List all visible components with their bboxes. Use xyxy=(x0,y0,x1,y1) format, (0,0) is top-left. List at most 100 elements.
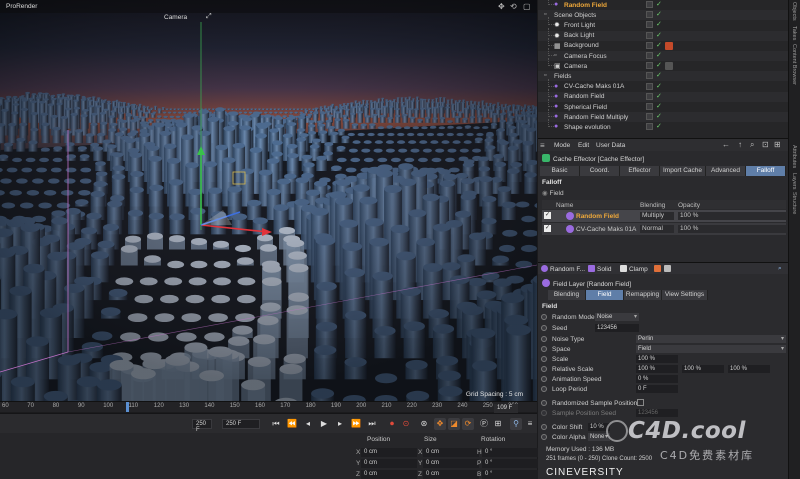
autokey-icon[interactable]: ⊙ xyxy=(400,418,412,430)
enable-checkbox[interactable]: ✓ xyxy=(544,225,551,232)
prev-key-icon[interactable]: ⏪ xyxy=(286,418,298,430)
space-select[interactable]: Field xyxy=(636,345,786,353)
strip-tab-layers[interactable]: Layers xyxy=(791,173,797,190)
visibility-toggle[interactable] xyxy=(646,113,653,121)
visibility-toggle[interactable] xyxy=(646,82,653,90)
object-manager[interactable]: ● Random Field ✓ ▫ Scene Objects ✓ ✹ Front Ligh… xyxy=(538,0,788,138)
up-arrow-icon[interactable]: ↑ xyxy=(738,140,742,149)
solid-button[interactable]: Solid xyxy=(588,265,611,273)
enabled-check-icon[interactable]: ✓ xyxy=(656,51,662,59)
object-row[interactable]: ● CV-Cache Maks 01A ✓ xyxy=(538,78,788,92)
tab-view-settings[interactable]: View Settings xyxy=(662,290,708,300)
rotation-h-field[interactable]: 0 ° xyxy=(482,448,538,457)
loop-period-field[interactable]: 0 F xyxy=(636,385,678,393)
tab-field[interactable]: Field xyxy=(586,290,624,300)
object-row[interactable]: ● Random Field Multiply ✓ xyxy=(538,109,788,123)
key-param-icon[interactable]: Ⓟ xyxy=(478,418,490,430)
modifier-icon[interactable] xyxy=(654,265,663,273)
folder-icon[interactable] xyxy=(664,265,673,273)
anim-dot-icon[interactable] xyxy=(541,424,547,430)
visibility-toggle[interactable] xyxy=(646,62,653,70)
enabled-check-icon[interactable]: ✓ xyxy=(656,71,662,79)
visibility-toggle[interactable] xyxy=(646,31,653,39)
field-row[interactable]: ✓ CV-Cache Maks 01A Normal 100 % xyxy=(542,223,786,235)
randomized-sample-checkbox[interactable] xyxy=(637,399,644,406)
key-position-icon[interactable]: ✥ xyxy=(434,418,446,430)
visibility-toggle[interactable] xyxy=(646,92,653,100)
timeline-ruler[interactable]: 60 70 80 90 100 110 120 130 140 150 160 170 180 190 20… xyxy=(0,401,537,412)
tab-advanced[interactable]: Advanced xyxy=(706,166,746,176)
clamp-button[interactable]: Clamp xyxy=(620,265,648,273)
enabled-check-icon[interactable]: ✓ xyxy=(656,122,662,130)
enabled-check-icon[interactable]: ✓ xyxy=(656,82,662,90)
keyframe-selection-icon[interactable]: ⊛ xyxy=(418,418,430,430)
object-row[interactable]: ● Shape evolution ✓ xyxy=(538,119,788,132)
object-row[interactable]: ▦ Background ✓ xyxy=(538,37,788,51)
strip-tab-objects[interactable]: Objects xyxy=(791,2,797,21)
opacity-field[interactable]: 100 % xyxy=(678,212,786,220)
object-tag-icon[interactable] xyxy=(665,41,673,50)
blending-dropdown[interactable]: Normal xyxy=(640,225,674,233)
relative-scale-y[interactable]: 100 % xyxy=(682,365,724,373)
opacity-field[interactable]: 100 % xyxy=(678,225,786,233)
anim-dot-icon[interactable] xyxy=(541,346,547,352)
object-row[interactable]: ▫ Scene Objects ✓ xyxy=(538,10,788,21)
object-row[interactable]: ● Spherical Field ✓ xyxy=(538,99,788,112)
anim-dot-icon[interactable] xyxy=(541,386,547,392)
object-tag-icon[interactable] xyxy=(665,62,673,71)
anim-dot-icon[interactable] xyxy=(541,366,547,372)
blending-dropdown[interactable]: Multiply xyxy=(640,212,674,220)
key-scale-icon[interactable]: ◪ xyxy=(448,418,460,430)
maximize-view-icon[interactable]: ▢ xyxy=(523,2,531,11)
object-row[interactable]: ✹ Back Light ✓ xyxy=(538,27,788,41)
playhead[interactable] xyxy=(126,402,129,412)
enabled-check-icon[interactable]: ✓ xyxy=(656,41,662,49)
key-rotation-icon[interactable]: ⟳ xyxy=(462,418,474,430)
next-key-icon[interactable]: ⏩ xyxy=(350,418,362,430)
position-x-field[interactable]: 0 cm xyxy=(361,448,417,457)
strip-tab-structure[interactable]: Structure xyxy=(791,192,797,214)
end-frame-field[interactable]: 250 F xyxy=(222,419,260,429)
panel-search-icon[interactable]: ⌕ xyxy=(778,265,782,273)
rotation-b-field[interactable]: 0 ° xyxy=(482,470,538,479)
tab-basic[interactable]: Basic xyxy=(540,166,580,176)
go-end-icon[interactable]: ⏭ xyxy=(366,418,378,430)
prev-frame-icon[interactable]: ◂ xyxy=(302,418,314,430)
visibility-toggle[interactable] xyxy=(646,123,653,131)
menu-user-data[interactable]: User Data xyxy=(596,142,625,149)
noise-type-select[interactable]: Perlin xyxy=(636,335,786,343)
visibility-toggle[interactable] xyxy=(646,21,653,29)
timeline-menu-icon[interactable]: ≡ xyxy=(524,418,536,430)
enabled-check-icon[interactable]: ✓ xyxy=(656,112,662,120)
relative-scale-z[interactable]: 100 % xyxy=(728,365,770,373)
enabled-check-icon[interactable]: ✓ xyxy=(656,0,662,8)
strip-tab-content-browser[interactable]: Content Browser xyxy=(791,44,797,85)
play-icon[interactable]: ▶ xyxy=(318,418,330,430)
visibility-toggle[interactable] xyxy=(646,72,653,80)
relative-scale-x[interactable]: 100 % xyxy=(636,365,678,373)
random-mode-select[interactable]: Noise xyxy=(595,313,639,321)
anim-dot-icon[interactable] xyxy=(541,434,547,440)
anim-dot-icon[interactable] xyxy=(541,314,547,320)
anim-dot-icon[interactable] xyxy=(541,336,547,342)
lock-icon[interactable]: ⊡ xyxy=(762,140,769,149)
back-arrow-icon[interactable]: ← xyxy=(722,140,730,149)
size-y-field[interactable]: 0 cm xyxy=(423,459,479,468)
camera-link-icon[interactable]: ⤢ xyxy=(206,13,212,21)
tab-effector[interactable]: Effector xyxy=(620,166,660,176)
hamburger-icon[interactable]: ≡ xyxy=(540,141,545,150)
strip-tab-attributes[interactable]: Attributes xyxy=(791,145,797,168)
object-row[interactable]: ▫ Camera Focus ✓ xyxy=(538,48,788,61)
size-x-field[interactable]: 0 cm xyxy=(423,448,479,457)
visibility-toggle[interactable] xyxy=(646,11,653,19)
tab-coord[interactable]: Coord. xyxy=(580,166,620,176)
anim-dot-icon[interactable] xyxy=(541,376,547,382)
menu-edit[interactable]: Edit xyxy=(578,142,589,149)
tab-import-cache[interactable]: Import Cache xyxy=(660,166,706,176)
enable-checkbox[interactable]: ✓ xyxy=(544,212,551,219)
tab-falloff[interactable]: Falloff xyxy=(746,166,786,176)
key-pla-icon[interactable]: ⊞ xyxy=(492,418,504,430)
render-viewport[interactable]: ProRender ✥ ⟲ ▢ Camera ⤢ Grid Spacing : … xyxy=(0,0,537,401)
enabled-check-icon[interactable]: ✓ xyxy=(656,20,662,28)
size-z-field[interactable]: 0 cm xyxy=(423,470,479,479)
